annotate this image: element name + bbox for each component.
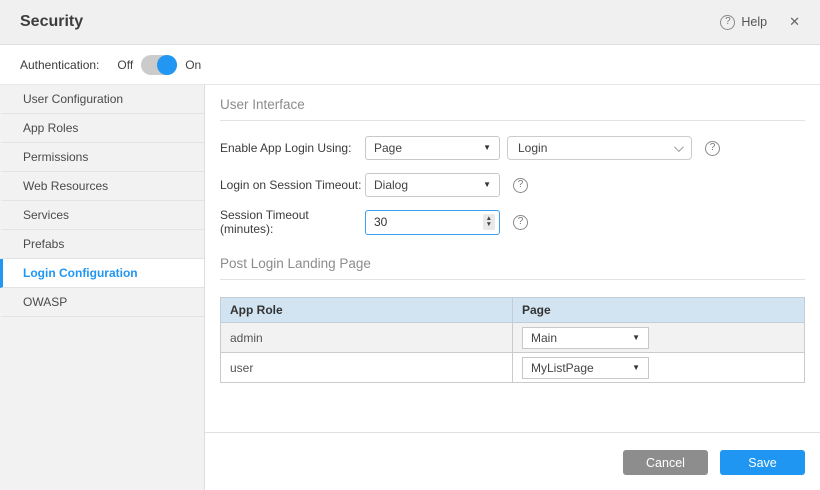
save-button[interactable]: Save (720, 450, 805, 475)
login-on-timeout-help-icon[interactable]: ? (513, 178, 528, 193)
page-title: Security (20, 13, 83, 31)
authentication-toggle[interactable] (141, 55, 177, 75)
user-page-value: MyListPage (531, 361, 594, 375)
login-on-timeout-label: Login on Session Timeout: (220, 178, 365, 192)
app-role-cell: admin (221, 323, 513, 353)
sidebar: User Configuration App Roles Permissions… (0, 85, 205, 490)
chevron-down-icon (674, 142, 684, 152)
sidebar-item-services[interactable]: Services (0, 201, 204, 230)
login-on-timeout-select[interactable]: Dialog ▼ (365, 173, 500, 197)
caret-down-icon: ▼ (632, 364, 640, 372)
login-type-select[interactable]: Page ▼ (365, 136, 500, 160)
spacer (220, 383, 805, 432)
section-title-user-interface: User Interface (220, 85, 805, 121)
session-timeout-help-icon[interactable]: ? (513, 215, 528, 230)
sidebar-item-permissions[interactable]: Permissions (0, 143, 204, 172)
sidebar-item-owasp[interactable]: OWASP (0, 288, 204, 317)
sidebar-item-login-configuration[interactable]: Login Configuration (0, 259, 204, 288)
admin-page-value: Main (531, 331, 557, 345)
enable-app-login-label: Enable App Login Using: (220, 141, 365, 155)
toggle-off-label: Off (117, 58, 133, 72)
page-cell: MyListPage ▼ (513, 353, 805, 383)
page-column-header: Page (513, 298, 805, 323)
table-row: user MyListPage ▼ (221, 353, 805, 383)
close-icon[interactable]: ✕ (789, 14, 800, 30)
dialog-header: Security ? Help ✕ (0, 0, 820, 45)
login-on-timeout-value: Dialog (374, 178, 408, 192)
main-content: User Interface Enable App Login Using: P… (205, 85, 820, 490)
app-role-cell: user (221, 353, 513, 383)
session-timeout-input[interactable] (366, 211, 456, 234)
body-wrap: User Configuration App Roles Permissions… (0, 85, 820, 490)
enable-app-login-row: Enable App Login Using: Page ▼ Login ? (220, 136, 805, 160)
table-row: admin Main ▼ (221, 323, 805, 353)
table-header-row: App Role Page (221, 298, 805, 323)
login-page-combo[interactable]: Login (507, 136, 692, 160)
authentication-bar: Authentication: Off On (0, 45, 820, 85)
page-cell: Main ▼ (513, 323, 805, 353)
caret-down-icon: ▼ (483, 181, 491, 189)
session-timeout-field: ▲ ▼ (365, 210, 500, 235)
user-page-select[interactable]: MyListPage ▼ (522, 357, 649, 379)
session-timeout-row: Session Timeout (minutes): ▲ ▼ ? (220, 210, 805, 234)
toggle-knob (157, 55, 177, 75)
sidebar-item-user-configuration[interactable]: User Configuration (0, 85, 204, 114)
toggle-on-label: On (185, 58, 201, 72)
authentication-label: Authentication: (20, 58, 99, 72)
login-type-value: Page (374, 141, 402, 155)
app-role-column-header: App Role (221, 298, 513, 323)
header-actions: ? Help ✕ (720, 14, 800, 30)
help-button[interactable]: ? Help (720, 15, 767, 30)
help-label: Help (741, 15, 767, 29)
sidebar-item-web-resources[interactable]: Web Resources (0, 172, 204, 201)
caret-down-icon: ▼ (632, 334, 640, 342)
footer-actions: Cancel Save (220, 433, 805, 490)
user-interface-form: Enable App Login Using: Page ▼ Login ? L… (220, 121, 805, 247)
cancel-button[interactable]: Cancel (623, 450, 708, 475)
login-on-timeout-row: Login on Session Timeout: Dialog ▼ ? (220, 173, 805, 197)
sidebar-item-prefabs[interactable]: Prefabs (0, 230, 204, 259)
login-page-value: Login (518, 141, 547, 155)
landing-page-table: App Role Page admin Main ▼ user (220, 297, 805, 383)
stepper-icon[interactable]: ▲ ▼ (483, 214, 495, 230)
help-icon: ? (720, 15, 735, 30)
section-title-post-login: Post Login Landing Page (220, 247, 805, 280)
caret-down-icon: ▼ (483, 144, 491, 152)
admin-page-select[interactable]: Main ▼ (522, 327, 649, 349)
sidebar-item-app-roles[interactable]: App Roles (0, 114, 204, 143)
stepper-down-icon: ▼ (486, 222, 492, 228)
session-timeout-label: Session Timeout (minutes): (220, 208, 365, 236)
enable-app-login-help-icon[interactable]: ? (705, 141, 720, 156)
